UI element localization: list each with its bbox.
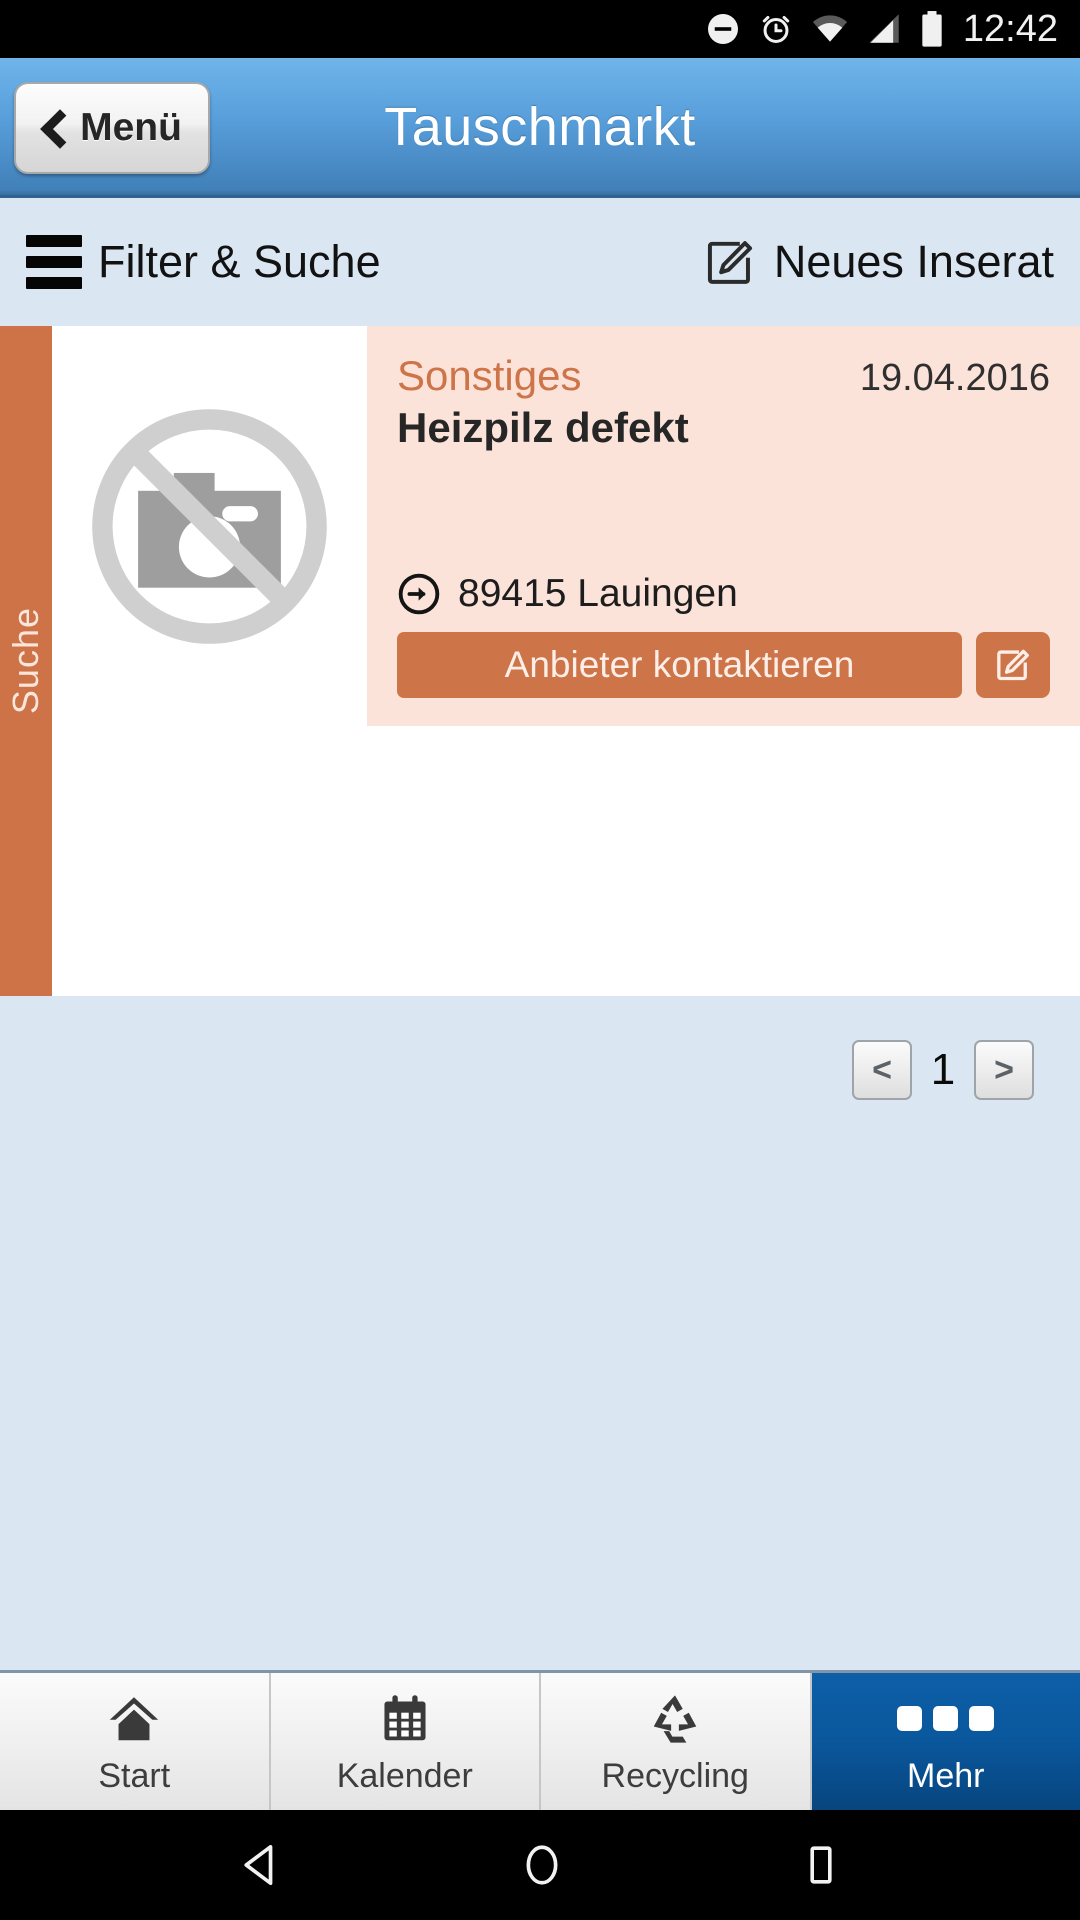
listing-header-row: Sonstiges 19.04.2016 bbox=[397, 352, 1050, 400]
side-search-tab[interactable]: Suche bbox=[0, 326, 52, 996]
home-icon bbox=[105, 1688, 163, 1750]
menu-button[interactable]: Menü bbox=[14, 82, 210, 174]
side-search-tab-label: Suche bbox=[5, 607, 46, 715]
wifi-icon bbox=[812, 15, 848, 42]
listing-details: Sonstiges 19.04.2016 Heizpilz defekt 894… bbox=[367, 326, 1080, 726]
tab-kalender[interactable]: Kalender bbox=[270, 1673, 541, 1810]
status-bar: 12:42 bbox=[0, 0, 1080, 58]
new-listing-button[interactable]: Neues Inserat bbox=[702, 234, 1054, 290]
pagination-next-button[interactable]: > bbox=[974, 1040, 1034, 1100]
android-back-icon[interactable] bbox=[235, 1839, 287, 1891]
tab-start-label: Start bbox=[98, 1756, 171, 1795]
chevron-left-icon bbox=[42, 111, 64, 145]
listing-edit-button[interactable] bbox=[976, 632, 1050, 698]
tab-mehr-label: Mehr bbox=[907, 1756, 985, 1795]
hamburger-icon bbox=[26, 235, 82, 289]
pagination: < 1 > bbox=[852, 1040, 1034, 1100]
listing-category: Sonstiges bbox=[397, 352, 582, 399]
listing-thumbnail bbox=[52, 326, 367, 726]
android-nav-bar bbox=[0, 1810, 1080, 1920]
no-photo-placeholder-icon bbox=[92, 408, 327, 644]
calendar-icon bbox=[377, 1688, 433, 1750]
listing-location-text: 89415 Lauingen bbox=[458, 572, 738, 615]
recycling-icon bbox=[646, 1688, 704, 1750]
tab-recycling[interactable]: Recycling bbox=[541, 1673, 812, 1810]
filter-search-label: Filter & Suche bbox=[98, 236, 381, 287]
pagination-current-page: 1 bbox=[930, 1045, 956, 1094]
status-icon-group bbox=[705, 10, 945, 48]
tab-start[interactable]: Start bbox=[0, 1673, 271, 1810]
filter-search-button[interactable]: Filter & Suche bbox=[26, 235, 381, 289]
status-bar-clock: 12:42 bbox=[962, 7, 1058, 50]
tab-mehr[interactable]: Mehr bbox=[811, 1673, 1080, 1810]
arrow-right-circle-icon bbox=[398, 573, 440, 615]
android-recents-icon[interactable] bbox=[797, 1839, 845, 1891]
phone-screen: 12:42 Menü Tauschmarkt Filter & Suche Ne… bbox=[0, 0, 1080, 1920]
app-header: Menü Tauschmarkt bbox=[0, 58, 1080, 198]
edit-pencil-icon bbox=[997, 649, 1030, 681]
android-home-icon[interactable] bbox=[516, 1839, 568, 1891]
do-not-disturb-icon bbox=[707, 14, 738, 44]
alarm-icon bbox=[762, 15, 790, 43]
edit-pencil-icon bbox=[707, 241, 752, 284]
list-item[interactable]: Sonstiges 19.04.2016 Heizpilz defekt 894… bbox=[52, 326, 1080, 726]
bottom-tab-bar: Start Kalender Recycling Mehr bbox=[0, 1670, 1080, 1810]
listing-title: Heizpilz defekt bbox=[397, 404, 689, 451]
filter-bar: Filter & Suche Neues Inserat bbox=[0, 198, 1080, 326]
listing-area: Suche Sonstiges 19.04.2016 Heizpilz defe… bbox=[0, 326, 1080, 996]
listing-location: 89415 Lauingen bbox=[397, 572, 1050, 616]
pagination-prev-button[interactable]: < bbox=[852, 1040, 912, 1100]
three-dots-icon bbox=[897, 1688, 995, 1750]
new-listing-label: Neues Inserat bbox=[773, 236, 1054, 287]
listing-date: 19.04.2016 bbox=[859, 357, 1050, 399]
battery-icon bbox=[922, 11, 942, 47]
tab-recycling-label: Recycling bbox=[601, 1756, 749, 1795]
listing-action-row: Anbieter kontaktieren bbox=[397, 632, 1050, 698]
pagination-area: < 1 > bbox=[0, 996, 1080, 1670]
listing-list: Sonstiges 19.04.2016 Heizpilz defekt 894… bbox=[52, 326, 1080, 996]
tab-kalender-label: Kalender bbox=[336, 1756, 473, 1795]
contact-provider-button[interactable]: Anbieter kontaktieren bbox=[397, 632, 962, 698]
menu-button-label: Menü bbox=[80, 106, 182, 149]
signal-icon bbox=[869, 14, 899, 43]
